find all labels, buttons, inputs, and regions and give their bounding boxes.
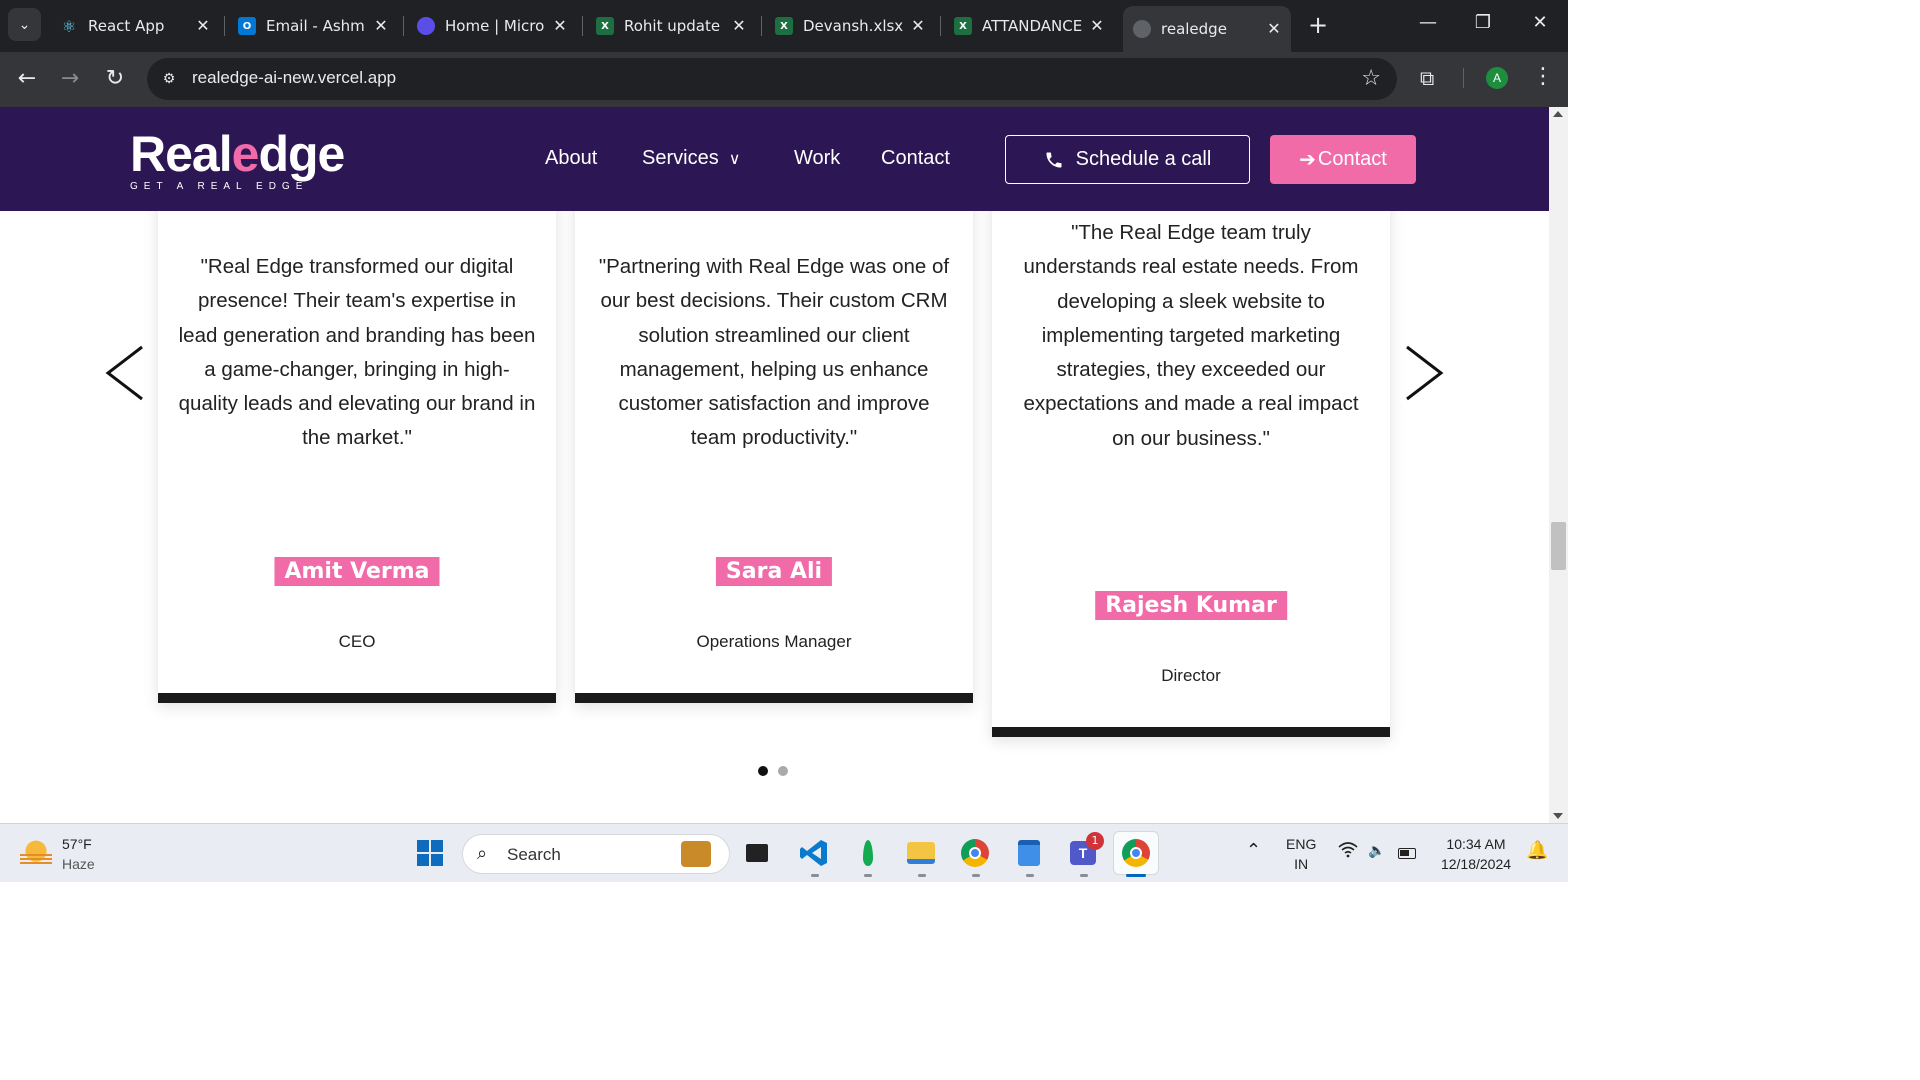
carousel-dot-2[interactable]: [778, 766, 788, 776]
tab-close-icon[interactable]: ✕: [372, 17, 390, 35]
back-arrow-icon[interactable]: ←: [14, 66, 40, 92]
site-header: Realedge GET A REAL EDGE About Services ∨…: [0, 107, 1549, 211]
tab-close-icon[interactable]: ✕: [1088, 17, 1106, 35]
minimize-icon[interactable]: —: [1416, 12, 1440, 33]
carousel-dot-1[interactable]: [758, 766, 768, 776]
card-bottom-bar: [575, 693, 973, 703]
taskbar-search-input[interactable]: ⌕ Search: [462, 834, 730, 874]
outlook-icon: O: [238, 17, 256, 35]
teams-icon[interactable]: T 1: [1066, 832, 1104, 870]
tab-home-microsoft[interactable]: Home | Microsoft ✕: [407, 8, 577, 44]
haze-weather-icon: [20, 840, 52, 868]
carousel-next-arrow-icon[interactable]: [1405, 345, 1445, 401]
file-explorer-icon[interactable]: [904, 836, 938, 870]
tab-close-icon[interactable]: ✕: [909, 17, 927, 35]
phone-icon: [1046, 152, 1062, 167]
nav-services[interactable]: Services ∨: [642, 147, 740, 170]
scrollbar-thumb[interactable]: [1551, 522, 1566, 570]
site-info-icon[interactable]: ⚙: [159, 69, 179, 89]
testimonial-name: Rajesh Kumar: [1095, 591, 1287, 620]
browser-tab-strip: ⌄ ⚛ React App ✕ O Email - Ashmit ✕ Home …: [0, 0, 1568, 52]
carousel-dots: [758, 766, 788, 776]
task-view-icon[interactable]: [740, 836, 774, 870]
address-bar-url[interactable]: realedge-ai-new.vercel.app: [192, 68, 396, 88]
contact-button[interactable]: ➔ Contact: [1270, 135, 1416, 184]
page-scrollbar[interactable]: [1549, 107, 1568, 823]
nav-contact[interactable]: Contact: [881, 147, 950, 170]
arrow-right-icon: ➔: [1299, 149, 1316, 171]
forward-arrow-icon[interactable]: →: [57, 66, 83, 92]
testimonial-role: CEO: [338, 632, 376, 651]
bookmark-star-icon[interactable]: ☆: [1361, 66, 1381, 91]
search-icon: ⌕: [477, 843, 488, 864]
browser-toolbar: ← → ↻ ⚙ realedge-ai-new.vercel.app ☆ ⧉: [0, 52, 1568, 107]
chrome-icon[interactable]: [958, 836, 992, 870]
restore-icon[interactable]: ❐: [1471, 12, 1495, 33]
language-indicator[interactable]: ENG IN: [1286, 834, 1316, 874]
realedge-logo[interactable]: Realedge GET A REAL EDGE: [130, 129, 345, 192]
profile-avatar[interactable]: A: [1486, 67, 1508, 89]
extensions-puzzle-icon[interactable]: ⧉: [1420, 66, 1434, 90]
battery-icon[interactable]: [1398, 844, 1416, 864]
wifi-icon[interactable]: [1338, 842, 1358, 863]
windows-start-icon[interactable]: [413, 836, 447, 870]
tab-close-icon[interactable]: ✕: [730, 17, 748, 35]
tab-email[interactable]: O Email - Ashmit ✕: [228, 8, 398, 44]
tab-close-icon[interactable]: ✕: [194, 17, 212, 35]
tab-devansh-xlsx[interactable]: X Devansh.xlsx ✕: [765, 8, 935, 44]
windows-taskbar: 57°F Haze ⌕ Search T 1 ⌃ ENG IN 🔈 10:34 …: [0, 823, 1568, 882]
excel-icon: X: [954, 17, 972, 35]
chrome-profile-icon[interactable]: [1113, 831, 1159, 875]
chevron-down-icon: ∨: [728, 151, 741, 168]
notification-bell-icon[interactable]: 🔔: [1526, 840, 1548, 860]
card-bottom-bar: [992, 727, 1390, 737]
testimonial-card: "The Real Edge team truly understands re…: [992, 167, 1390, 737]
tab-close-icon[interactable]: ✕: [551, 17, 569, 35]
volume-icon[interactable]: 🔈: [1368, 840, 1385, 860]
excel-icon: X: [596, 17, 614, 35]
scroll-up-icon[interactable]: [1553, 111, 1563, 117]
testimonial-quote: "The Real Edge team truly understands re…: [1023, 221, 1359, 450]
testimonial-card: "Partnering with Real Edge was one of ou…: [575, 126, 973, 703]
show-hidden-icons-chevron[interactable]: ⌃: [1246, 840, 1261, 860]
logo-tagline: GET A REAL EDGE: [130, 181, 309, 192]
page-viewport: "Real Edge transformed our digital prese…: [0, 107, 1549, 823]
testimonial-quote: "Real Edge transformed our digital prese…: [178, 255, 536, 450]
testimonial-role: Director: [1161, 666, 1221, 685]
mongodb-icon[interactable]: [851, 836, 885, 870]
tab-attandance[interactable]: X ATTANDANCE ✕: [944, 8, 1114, 44]
carousel-prev-arrow-icon[interactable]: [104, 345, 144, 401]
react-icon: ⚛: [61, 16, 77, 36]
scroll-down-icon[interactable]: [1553, 813, 1563, 819]
briefcase-icon: [681, 841, 711, 867]
reload-icon[interactable]: ↻: [102, 66, 128, 92]
window-close-icon[interactable]: ✕: [1528, 12, 1552, 33]
globe-icon: [1133, 20, 1151, 38]
weather-widget[interactable]: 57°F Haze: [20, 834, 95, 874]
tab-close-icon[interactable]: ✕: [1265, 20, 1283, 38]
tab-rohit-update[interactable]: X Rohit update ✕: [586, 8, 756, 44]
testimonial-role: Operations Manager: [696, 632, 852, 651]
tab-search-chevron-icon[interactable]: ⌄: [8, 8, 41, 41]
tab-realedge-active[interactable]: realedge ✕: [1123, 6, 1291, 52]
nav-work[interactable]: Work: [794, 147, 840, 170]
schedule-call-button[interactable]: Schedule a call: [1005, 135, 1250, 184]
notepad-icon[interactable]: [1012, 836, 1046, 870]
card-bottom-bar: [158, 693, 556, 703]
testimonial-quote: "Partnering with Real Edge was one of ou…: [598, 255, 950, 450]
copilot-icon: [417, 17, 435, 35]
clock[interactable]: 10:34 AM 12/18/2024: [1436, 834, 1516, 874]
vscode-icon[interactable]: [797, 836, 831, 870]
testimonial-card: "Real Edge transformed our digital prese…: [158, 126, 556, 703]
tab-react-app[interactable]: ⚛ React App ✕: [50, 8, 220, 44]
excel-icon: X: [775, 17, 793, 35]
nav-about[interactable]: About: [545, 147, 597, 170]
new-tab-plus-icon[interactable]: +: [1306, 13, 1330, 37]
browser-menu-icon[interactable]: ⋮: [1532, 64, 1554, 89]
testimonial-name: Amit Verma: [274, 557, 440, 586]
notification-badge: 1: [1086, 832, 1104, 850]
testimonial-name: Sara Ali: [715, 557, 833, 586]
address-bar[interactable]: ⚙ realedge-ai-new.vercel.app ☆: [147, 58, 1397, 100]
